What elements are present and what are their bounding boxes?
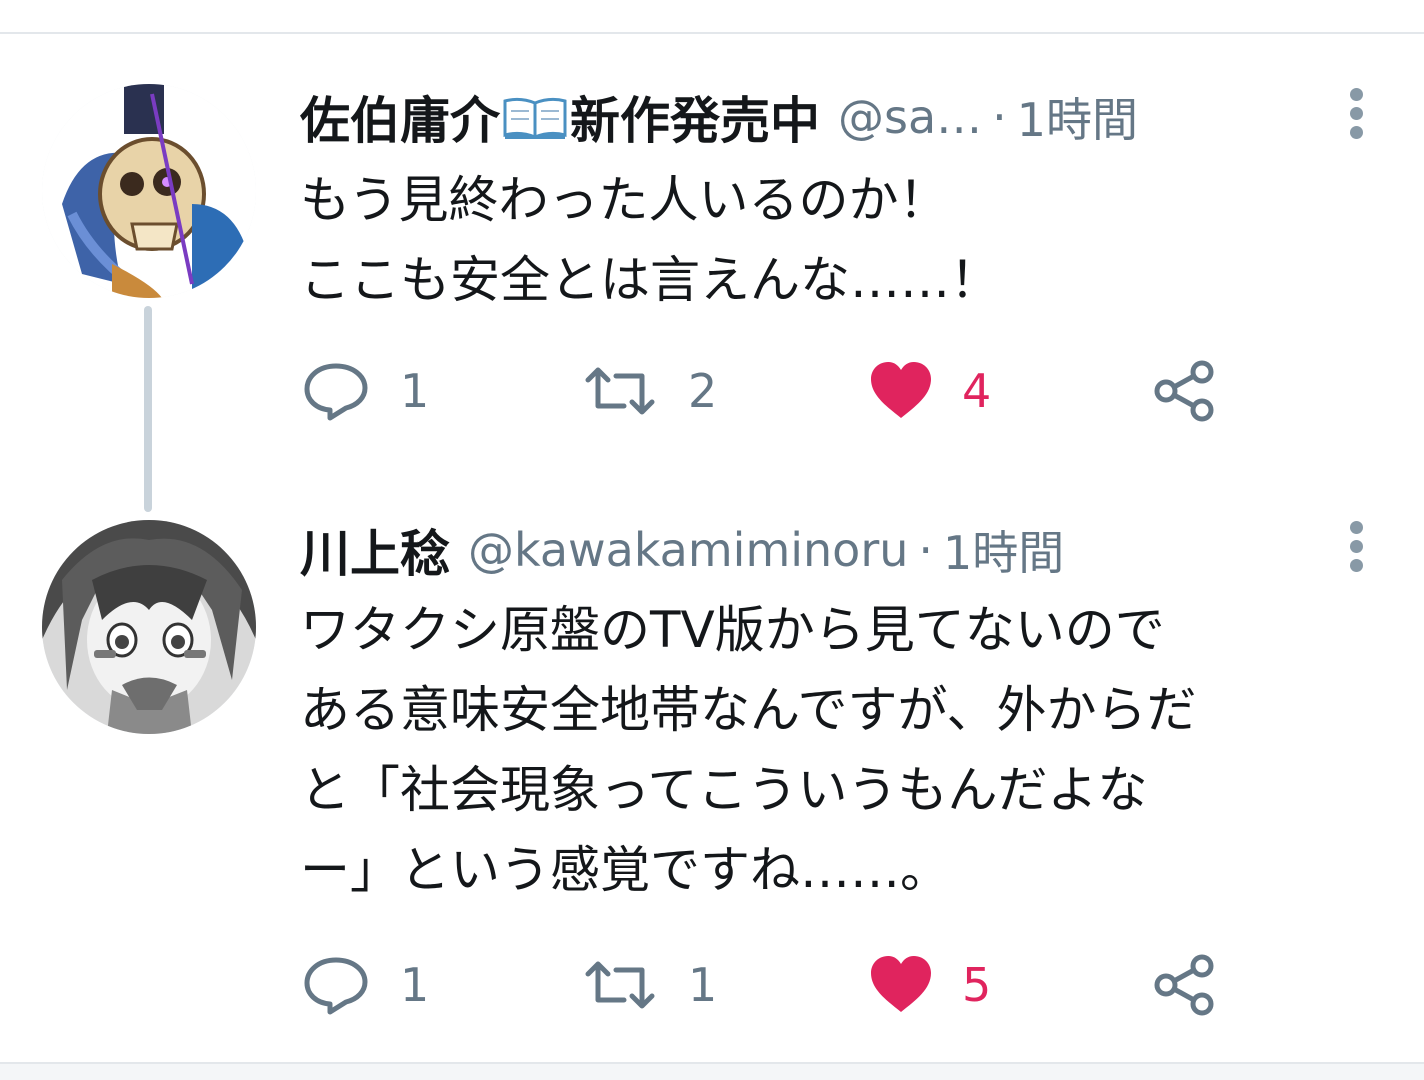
- reply-icon: [304, 957, 368, 1015]
- share-button[interactable]: [1152, 356, 1218, 426]
- share-icon: [1154, 954, 1214, 1016]
- retweet-button[interactable]: 2: [580, 356, 717, 426]
- open-book-icon: [502, 95, 568, 140]
- thread-line: [144, 306, 152, 512]
- retweet-count: 2: [688, 364, 718, 418]
- display-name-suffix[interactable]: 新作発売中: [570, 82, 820, 152]
- reply-button[interactable]: 1: [300, 356, 429, 426]
- reply-count: 1: [400, 364, 430, 418]
- avatar[interactable]: [42, 520, 256, 734]
- heart-icon: [871, 956, 931, 1012]
- retweet-icon: [585, 961, 655, 1009]
- retweet-icon: [585, 367, 655, 415]
- skull-character-avatar-image: [42, 84, 256, 298]
- like-count: 5: [962, 958, 992, 1012]
- tweet-actions: 1 2 4: [300, 356, 1300, 426]
- share-icon: [1154, 360, 1214, 422]
- bottom-strip: [0, 1064, 1424, 1080]
- user-handle[interactable]: @kawakamiminoru: [468, 523, 908, 577]
- heart-icon: [871, 362, 931, 418]
- separator-dot: ·: [918, 523, 934, 577]
- tweet-timestamp[interactable]: 1時間: [1017, 84, 1138, 150]
- tweet-timestamp[interactable]: 1時間: [943, 517, 1064, 583]
- reply-count: 1: [400, 958, 430, 1012]
- retweet-count: 1: [688, 958, 718, 1012]
- more-options-icon[interactable]: [1336, 515, 1376, 585]
- top-divider: [0, 32, 1424, 34]
- display-name[interactable]: 川上稔: [300, 515, 450, 585]
- reply-button[interactable]: 1: [300, 950, 429, 1020]
- like-button[interactable]: 4: [868, 356, 991, 426]
- retweet-button[interactable]: 1: [580, 950, 717, 1020]
- share-button[interactable]: [1152, 950, 1218, 1020]
- tweet-text: ワタクシ原盤のTV版から見てないので ある意味安全地帯なんですが、外からだ と「…: [300, 601, 1197, 899]
- like-button[interactable]: 5: [868, 950, 991, 1020]
- tweet-text: もう見終わった人いるのか！ ここも安全とは言えんな……！: [300, 171, 1000, 309]
- anime-girl-avatar-image: [42, 520, 256, 734]
- separator-dot: ·: [992, 90, 1007, 144]
- more-options-icon[interactable]: [1336, 82, 1376, 152]
- reply-icon: [304, 363, 368, 421]
- display-name[interactable]: 佐伯庸介: [300, 82, 500, 152]
- like-count: 4: [962, 364, 992, 418]
- user-handle[interactable]: @sa…: [838, 90, 982, 144]
- tweet-header: 佐伯庸介 新作発売中 @sa… · 1時間: [300, 82, 1310, 152]
- tweet-actions: 1 1 5: [300, 950, 1300, 1020]
- avatar[interactable]: [42, 84, 256, 298]
- tweet-header: 川上稔 @kawakamiminoru · 1時間: [300, 515, 1310, 585]
